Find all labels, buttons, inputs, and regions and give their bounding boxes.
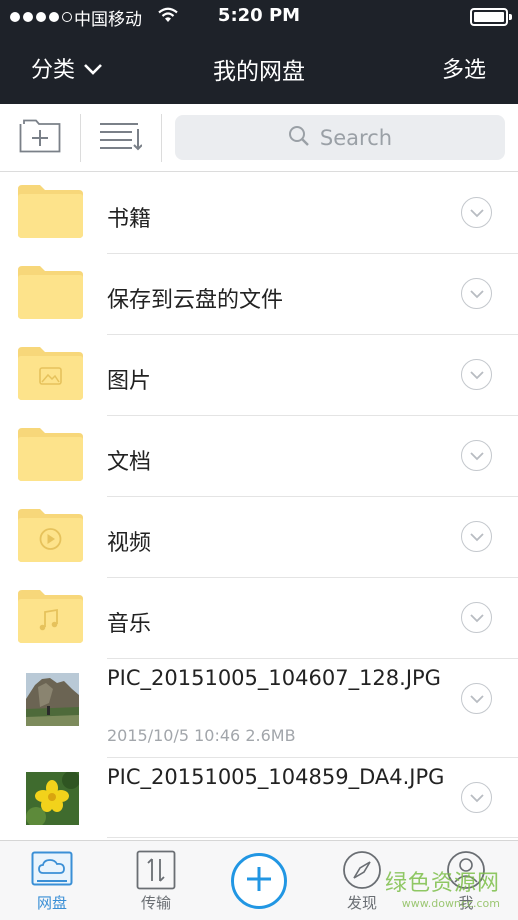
file-name: PIC_20151005_104607_128.JPG (107, 666, 441, 690)
new-folder-button[interactable] (10, 114, 70, 162)
image-folder-icon (18, 347, 83, 400)
tab-label: 传输 (140, 894, 171, 912)
category-label: 分类 (31, 58, 76, 83)
header: 中国移动 5:20 PM 我的网盘 分类 多选 (0, 0, 518, 104)
file-name: PIC_20151005_104859_DA4.JPG (107, 765, 445, 789)
list-item-folder-pictures[interactable]: 图片 (0, 335, 518, 416)
folder-name: 图片 (107, 369, 152, 394)
file-meta: 2015/10/5 10:46 2.6MB (107, 726, 296, 745)
list-item-folder-saved-files[interactable]: 保存到云盘的文件 (0, 254, 518, 335)
tab-discover[interactable]: 发现 (310, 841, 414, 920)
new-folder-icon (19, 119, 61, 157)
toolbar: Search (0, 104, 518, 172)
search-icon (288, 125, 310, 151)
upload-button[interactable] (231, 853, 287, 909)
search-placeholder: Search (319, 125, 393, 150)
search-input[interactable]: Search (175, 115, 505, 160)
toolbar-divider (80, 114, 81, 162)
folder-icon (18, 428, 83, 481)
chevron-down-icon[interactable] (461, 602, 492, 633)
tab-transfer[interactable]: 传输 (104, 841, 208, 920)
folder-name: 音乐 (107, 612, 152, 637)
chevron-down-icon[interactable] (461, 278, 492, 309)
toolbar-divider (161, 114, 162, 162)
chevron-down-icon[interactable] (461, 197, 492, 228)
chevron-down-icon[interactable] (461, 359, 492, 390)
tab-me[interactable]: 我 (414, 841, 518, 920)
category-button[interactable]: 分类 (31, 52, 103, 84)
status-bar: 中国移动 5:20 PM (0, 0, 518, 34)
list-item-folder-books[interactable]: 书籍 (0, 173, 518, 254)
photo-thumbnail (26, 673, 79, 726)
tab-label: 我 (458, 894, 474, 912)
plus-icon (245, 865, 273, 897)
list-item-file[interactable]: PIC_20151005_104859_DA4.JPG (0, 758, 518, 838)
folder-name: 保存到云盘的文件 (107, 288, 284, 313)
user-icon (446, 850, 486, 890)
tab-label: 发现 (346, 894, 377, 912)
file-list: 书籍 保存到云盘的文件 图片 文档 视频 音乐 PIC_20151005_104… (0, 173, 518, 838)
chevron-down-icon[interactable] (461, 782, 492, 813)
chevron-down-icon[interactable] (461, 440, 492, 471)
compass-icon (342, 850, 382, 890)
chevron-down-icon (83, 56, 103, 81)
folder-icon (18, 266, 83, 319)
tab-cloud-drive[interactable]: 网盘 (0, 841, 104, 920)
music-folder-icon (18, 590, 83, 643)
folder-name: 文档 (107, 450, 152, 475)
video-folder-icon (18, 509, 83, 562)
list-item-folder-music[interactable]: 音乐 (0, 578, 518, 659)
list-item-folder-videos[interactable]: 视频 (0, 497, 518, 578)
list-item-folder-documents[interactable]: 文档 (0, 416, 518, 497)
chevron-down-icon[interactable] (461, 521, 492, 552)
folder-name: 视频 (107, 531, 152, 556)
chevron-down-icon[interactable] (461, 683, 492, 714)
status-time: 5:20 PM (217, 5, 301, 26)
list-item-file[interactable]: PIC_20151005_104607_128.JPG 2015/10/5 10… (0, 659, 518, 758)
sort-button[interactable] (90, 114, 150, 162)
multi-select-button[interactable]: 多选 (442, 52, 486, 84)
folder-icon (18, 185, 83, 238)
transfer-icon (136, 850, 176, 890)
battery-icon (470, 8, 512, 26)
folder-name: 书籍 (107, 207, 152, 232)
tab-bar: 网盘 传输 发现 我 绿色资源网 www.downcc.com (0, 840, 518, 920)
tab-label: 网盘 (36, 894, 67, 912)
cloud-drive-icon (31, 850, 73, 890)
nav-bar: 我的网盘 分类 多选 (0, 34, 518, 104)
photo-thumbnail (26, 772, 79, 825)
sort-icon (98, 121, 143, 155)
